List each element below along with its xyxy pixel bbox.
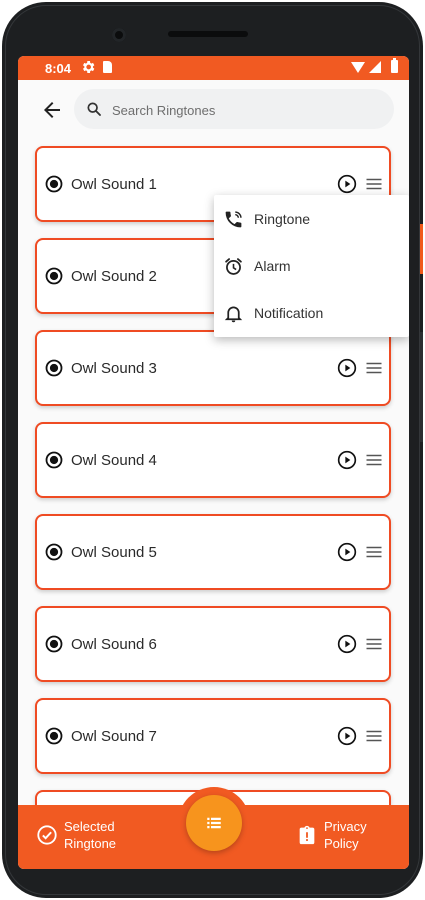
ringtone-label: Owl Sound 5 <box>71 544 157 561</box>
ringtone-item[interactable]: Owl Sound 7 <box>35 698 391 774</box>
radio-selected-icon[interactable] <box>45 635 63 653</box>
battery-icon <box>391 58 398 73</box>
hamburger-menu-icon[interactable] <box>365 636 383 652</box>
play-icon[interactable] <box>337 358 357 378</box>
play-icon[interactable] <box>337 450 357 470</box>
app-screen: 8:04 Owl Sound 1Owl Sound 2Owl S <box>18 56 409 869</box>
radio-selected-icon[interactable] <box>45 267 63 285</box>
bell-icon <box>224 306 243 323</box>
phone-frame: 8:04 Owl Sound 1Owl Sound 2Owl S <box>2 2 423 898</box>
status-time: 8:04 <box>45 61 72 76</box>
ringtone-label: Owl Sound 1 <box>71 176 157 193</box>
privacy-policy-button[interactable]: Privacy Policy <box>296 817 396 857</box>
power-button <box>419 224 423 274</box>
ringtone-label: Owl Sound 7 <box>71 728 157 745</box>
camera-lens <box>112 28 126 42</box>
gear-icon <box>83 61 95 73</box>
hamburger-menu-icon[interactable] <box>365 728 383 744</box>
selected-ringtone-label: Selected Ringtone <box>64 818 116 852</box>
popup-label-notification: Notification <box>254 305 324 321</box>
list-icon <box>207 817 221 829</box>
check-circle-icon <box>37 825 57 845</box>
selected-ringtone-label-line2: Ringtone <box>64 836 117 851</box>
popup-item-ringtone[interactable]: Ringtone <box>214 196 409 242</box>
alarm-clock-icon <box>225 258 242 275</box>
privacy-policy-label: Privacy Policy <box>324 818 367 852</box>
ringtone-item[interactable]: Owl Sound 3 <box>35 330 391 406</box>
ringtone-label: Owl Sound 3 <box>71 360 157 377</box>
privacy-policy-label-line1: Privacy <box>324 819 367 834</box>
selected-ringtone-button[interactable]: Selected Ringtone <box>36 817 146 857</box>
status-bar: 8:04 <box>18 56 409 80</box>
phone-ring-icon <box>225 211 242 228</box>
search-input[interactable] <box>110 89 384 131</box>
ringtone-item[interactable]: Owl Sound 5 <box>35 514 391 590</box>
radio-selected-icon[interactable] <box>45 451 63 469</box>
ringtone-item[interactable]: Owl Sound 4 <box>35 422 391 498</box>
ringtone-label: Owl Sound 4 <box>71 452 157 469</box>
app-bar <box>18 80 409 144</box>
set-as-popup-menu: Ringtone Alarm Notification <box>214 195 409 337</box>
play-icon[interactable] <box>337 726 357 746</box>
cell-signal-icon <box>369 61 381 73</box>
radio-selected-icon[interactable] <box>45 359 63 377</box>
search-bar[interactable] <box>74 89 394 131</box>
earpiece-speaker <box>168 31 248 37</box>
clipboard-alert-icon <box>299 825 315 845</box>
popup-item-notification[interactable]: Notification <box>214 290 409 336</box>
popup-label-alarm: Alarm <box>254 258 291 274</box>
volume-button <box>419 332 423 442</box>
sd-card-icon <box>103 61 112 73</box>
play-icon[interactable] <box>337 634 357 654</box>
wifi-icon <box>351 62 365 73</box>
back-arrow-icon[interactable] <box>40 98 64 122</box>
list-fab-button[interactable] <box>186 795 242 851</box>
hamburger-menu-icon[interactable] <box>365 452 383 468</box>
hamburger-menu-icon[interactable] <box>365 544 383 560</box>
ringtone-label: Owl Sound 6 <box>71 636 157 653</box>
popup-item-alarm[interactable]: Alarm <box>214 243 409 289</box>
privacy-policy-label-line2: Policy <box>324 836 359 851</box>
selected-ringtone-label-line1: Selected <box>64 819 115 834</box>
radio-selected-icon[interactable] <box>45 543 63 561</box>
play-icon[interactable] <box>337 174 357 194</box>
popup-label-ringtone: Ringtone <box>254 211 311 227</box>
ringtone-label: Owl Sound 2 <box>71 268 157 285</box>
ringtone-item[interactable]: Owl Sound 6 <box>35 606 391 682</box>
radio-selected-icon[interactable] <box>45 727 63 745</box>
radio-selected-icon[interactable] <box>45 175 63 193</box>
hamburger-menu-icon[interactable] <box>365 176 383 192</box>
hamburger-menu-icon[interactable] <box>365 360 383 376</box>
search-icon <box>87 102 101 116</box>
play-icon[interactable] <box>337 542 357 562</box>
